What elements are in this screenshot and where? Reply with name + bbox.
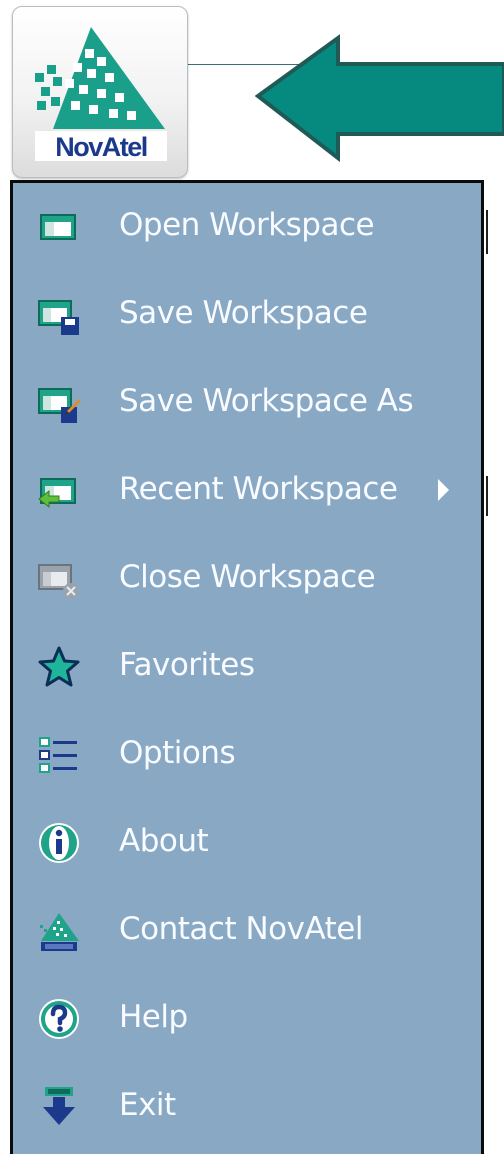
screen: NovAtel Open Workspace Save Workspace Sa…: [0, 0, 504, 1154]
menu-item-label: Recent Workspace: [119, 471, 398, 507]
menu-item-label: Open Workspace: [119, 207, 375, 243]
app-logo-wordmark: NovAtel: [55, 132, 148, 162]
menu-item-help[interactable]: Help: [13, 975, 481, 1061]
menu-item-save-workspace-as[interactable]: Save Workspace As: [13, 359, 481, 445]
star-icon: [38, 646, 80, 687]
menu-item-label: Exit: [119, 1087, 176, 1123]
open-workspace-icon: [40, 214, 76, 240]
submenu-arrow-icon: [438, 479, 449, 501]
novatel-logo-icon: [40, 913, 79, 951]
menu-item-open-workspace[interactable]: Open Workspace: [13, 183, 481, 269]
save-workspace-as-icon: [38, 388, 81, 423]
application-menu: Open Workspace Save Workspace Save Works…: [10, 180, 484, 1154]
menu-item-label: Options: [119, 735, 236, 771]
menu-item-options[interactable]: Options: [13, 711, 481, 797]
menu-item-label: About: [119, 823, 209, 859]
menu-item-label: Save Workspace As: [119, 383, 414, 419]
menu-item-favorites[interactable]: Favorites: [13, 623, 481, 709]
info-icon: [39, 823, 79, 863]
help-icon: [39, 999, 79, 1039]
exit-icon: [43, 1087, 75, 1125]
menu-item-recent-workspace[interactable]: Recent Workspace: [13, 447, 481, 533]
menu-item-save-workspace[interactable]: Save Workspace: [13, 271, 481, 357]
menu-item-label: Save Workspace: [119, 295, 368, 331]
menu-item-label: Contact NovAtel: [119, 911, 363, 947]
pointer-arrow-icon: [254, 34, 504, 163]
menu-item-close-workspace[interactable]: Close Workspace: [13, 535, 481, 621]
menu-item-contact-novatel[interactable]: Contact NovAtel: [13, 887, 481, 973]
menu-item-label: Help: [119, 999, 188, 1035]
application-menu-button[interactable]: NovAtel: [12, 6, 188, 178]
close-workspace-icon: [38, 564, 79, 599]
background-strip: [484, 180, 504, 1154]
menu-item-label: Favorites: [119, 647, 255, 683]
recent-workspace-icon: [38, 478, 76, 509]
menu-item-about[interactable]: About: [13, 799, 481, 885]
save-workspace-icon: [38, 300, 79, 335]
menu-item-exit[interactable]: Exit: [13, 1063, 481, 1149]
menu-item-label: Close Workspace: [119, 559, 376, 595]
options-list-icon: [39, 737, 77, 773]
